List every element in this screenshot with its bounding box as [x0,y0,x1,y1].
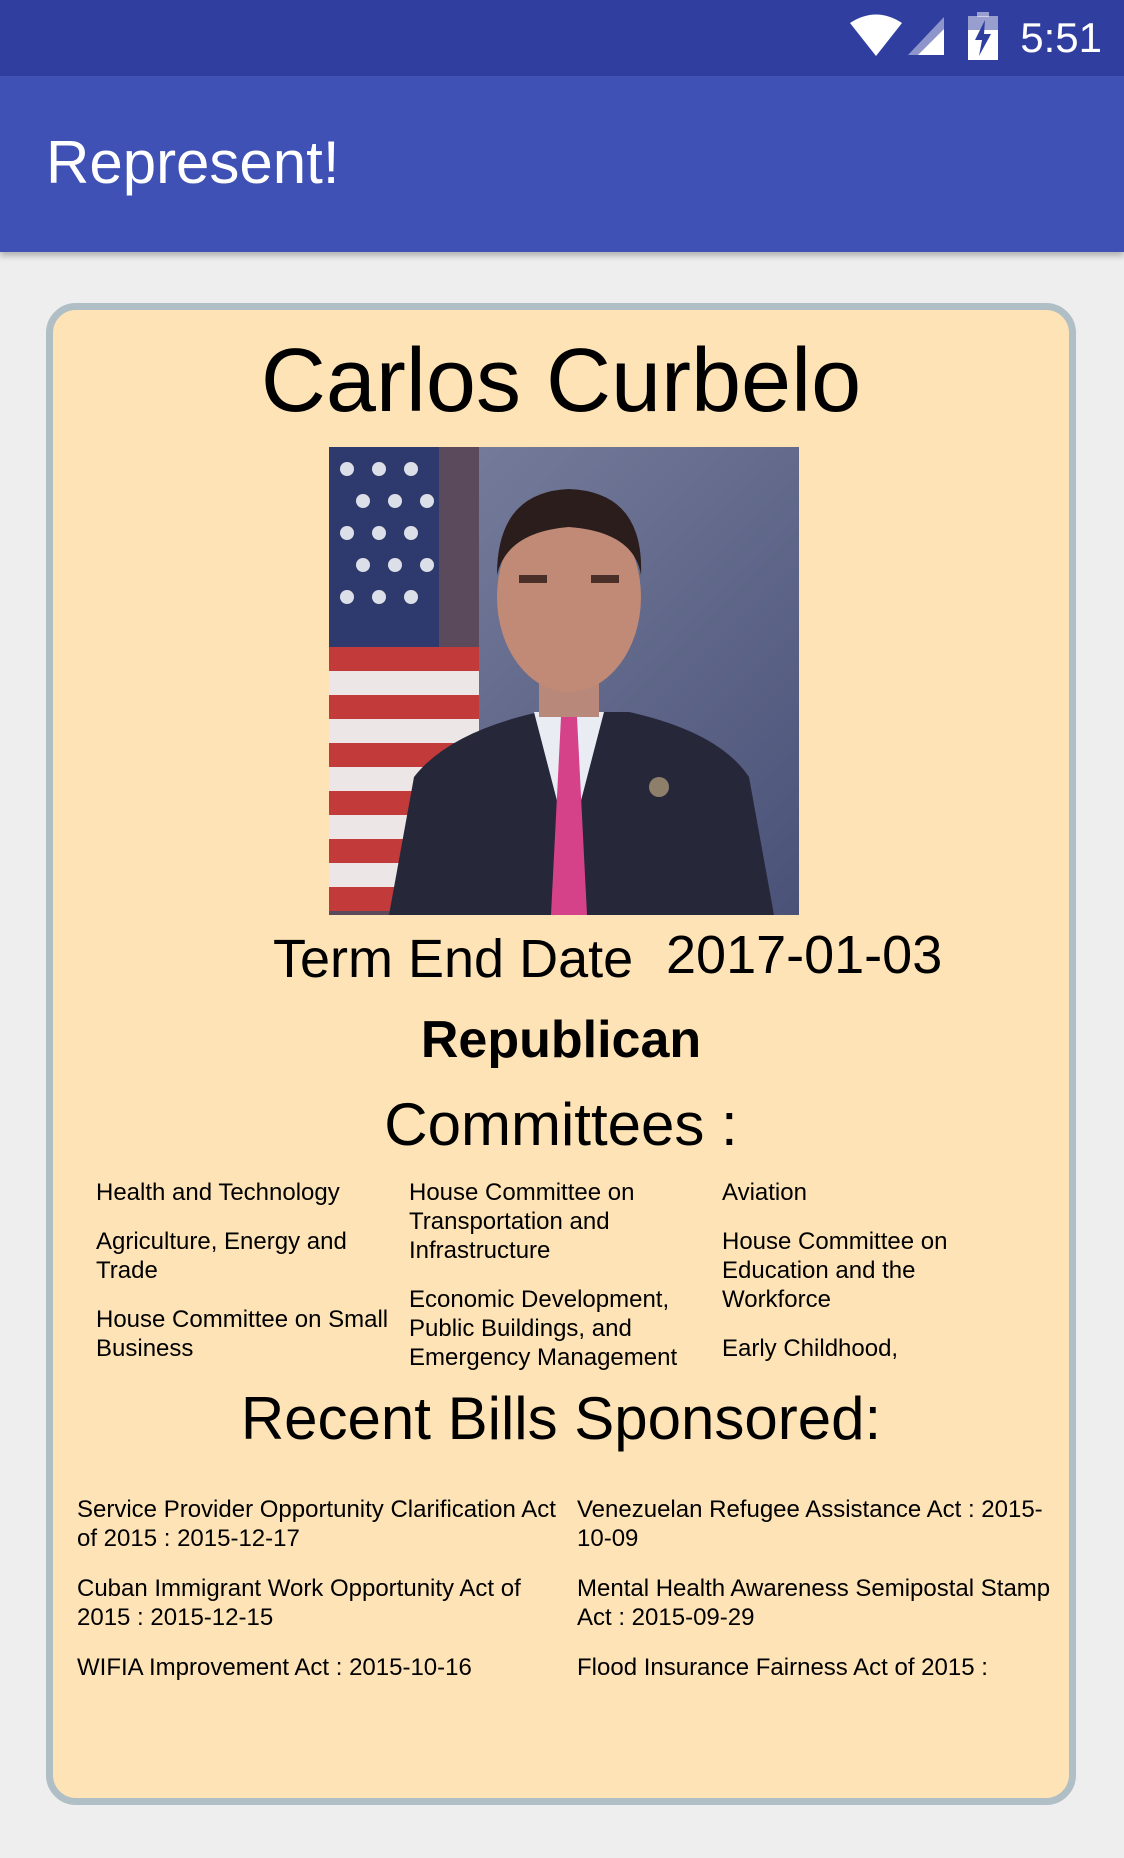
committees-title: Committees : [384,1091,738,1158]
bill-item: WIFIA Improvement Act : 2015-10-16 [77,1654,472,1681]
status-bar: 5:51 [0,0,1124,76]
bill-column: Service Provider Opportunity Clarificati… [77,1495,577,1725]
bills-title: Recent Bills Sponsored: [240,1385,882,1452]
party-affiliation: Republican [420,1011,702,1069]
committee-list[interactable]: Health and Technology Agriculture, Energ… [96,1178,1036,1373]
bill-item: Service Provider Opportunity Clarificati… [77,1496,556,1552]
committee-item: Aviation [722,1179,807,1206]
committee-column: Health and Technology Agriculture, Energ… [96,1178,409,1373]
committee-item: House Committee on Education and the Wor… [722,1228,948,1313]
bill-list[interactable]: Service Provider Opportunity Clarificati… [77,1495,1057,1725]
battery-charging-icon [968,11,999,65]
committee-column: Aviation House Committee on Education an… [722,1178,1035,1373]
term-end-value: 2017-01-03 [666,925,943,985]
committee-item: Economic Development, Public Buildings, … [409,1286,678,1371]
signal-icon [906,15,946,62]
representative-card: Carlos Curbelo Term End Date 2017-01-03 … [46,303,1076,1805]
representative-photo [329,447,799,915]
bill-column: Venezuelan Refugee Assistance Act : 2015… [577,1495,1057,1725]
bill-item: Flood Insurance Fairness Act of 2015 : [577,1654,988,1681]
status-time: 5:51 [1020,14,1102,61]
committee-item: House Committee on Transportation and In… [409,1179,635,1264]
committee-item: House Committee on Small Business [96,1306,389,1362]
bill-item: Mental Health Awareness Semipostal Stamp… [577,1575,1051,1631]
committee-item: Health and Technology [96,1179,340,1206]
term-end-label: Term End Date [273,929,634,989]
bill-item: Cuban Immigrant Work Opportunity Act of … [77,1575,521,1631]
bill-item: Venezuelan Refugee Assistance Act : 2015… [577,1496,1043,1552]
committee-item: Early Childhood, [722,1335,899,1362]
app-bar: Represent! [0,76,1124,252]
representative-name: Carlos Curbelo [260,331,862,431]
committee-column: House Committee on Transportation and In… [409,1178,722,1373]
app-title: Represent! [46,129,340,196]
committee-item: Agriculture, Energy and Trade [96,1228,347,1284]
wifi-icon [850,14,903,63]
status-icons: 5:51 [850,10,1102,66]
